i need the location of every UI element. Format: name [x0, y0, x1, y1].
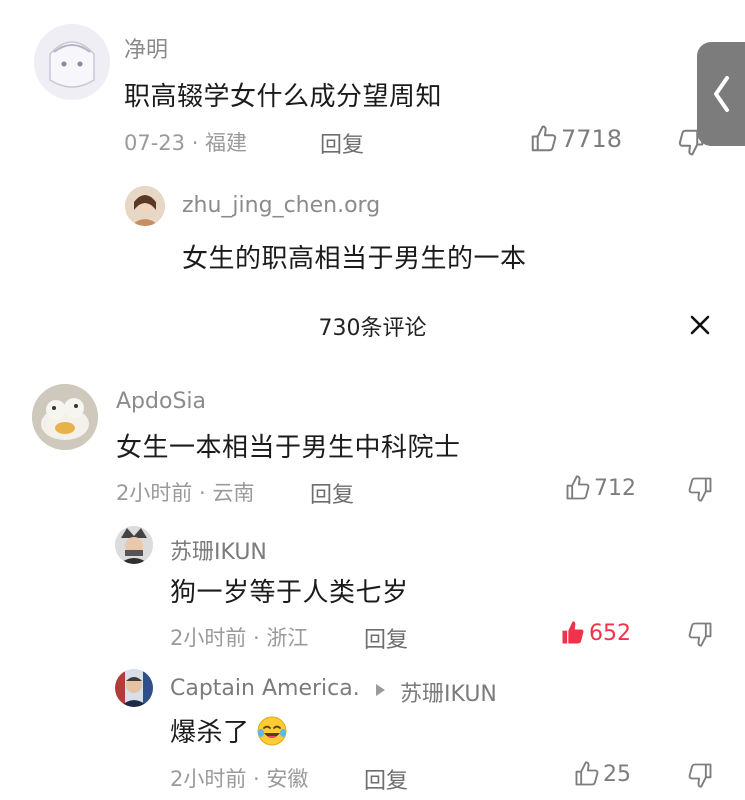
- comment-text-content: 爆杀了: [170, 718, 250, 748]
- dislike-button[interactable]: [676, 127, 706, 157]
- thumbs-up-icon: [566, 475, 590, 500]
- thumbs-up-icon: [575, 761, 599, 786]
- like-count: 7718: [561, 125, 623, 153]
- dislike-button[interactable]: [686, 620, 714, 648]
- comment-text: 爆杀了: [170, 712, 288, 749]
- comment-meta: 07-23 · 福建: [124, 131, 248, 155]
- thumbs-down-icon: [688, 477, 712, 502]
- like-count: 712: [594, 475, 636, 501]
- username[interactable]: Captain America.: [170, 676, 360, 701]
- username[interactable]: ApdoSia: [116, 389, 206, 414]
- comment-text: 职高辍学女什么成分望周知: [124, 82, 443, 112]
- comment-meta: 2小时前 · 安徽: [170, 767, 309, 791]
- reply-button[interactable]: 回复: [320, 127, 364, 159]
- close-button[interactable]: [687, 312, 713, 338]
- comment-meta: 2小时前 · 浙江: [170, 626, 309, 650]
- thumbs-up-icon: [531, 125, 557, 152]
- like-count: 652: [589, 620, 631, 646]
- like-button[interactable]: 25: [573, 760, 631, 788]
- dislike-button[interactable]: [686, 475, 714, 503]
- thumbs-down-icon: [688, 622, 712, 647]
- avatar[interactable]: [125, 186, 165, 226]
- like-button[interactable]: 7718: [529, 124, 622, 154]
- thumbs-down-icon: [688, 763, 712, 788]
- thumbs-down-icon: [678, 129, 704, 156]
- reply-button[interactable]: 回复: [364, 763, 408, 795]
- username[interactable]: zhu_jing_chen.org: [182, 193, 380, 218]
- reply-button[interactable]: 回复: [364, 622, 408, 654]
- close-icon: [690, 315, 710, 335]
- reply-to-username[interactable]: 苏珊IKUN: [400, 676, 497, 708]
- reply-button[interactable]: 回复: [310, 477, 354, 509]
- comment-meta: 2小时前 · 云南: [116, 481, 255, 505]
- comment-count-title: 730条评论: [318, 316, 427, 341]
- comment-text: 狗一岁等于人类七岁: [170, 578, 409, 608]
- username[interactable]: 净明: [124, 32, 168, 64]
- thumbs-up-filled-icon: [562, 621, 584, 644]
- like-button[interactable]: 712: [564, 474, 636, 502]
- avatar[interactable]: [34, 24, 110, 100]
- laughing-tears-emoji-icon: [257, 716, 287, 745]
- like-button-active[interactable]: 652: [559, 619, 631, 647]
- avatar[interactable]: [32, 384, 98, 450]
- comment-text: 女生一本相当于男生中科院士: [116, 433, 461, 463]
- avatar[interactable]: [115, 669, 153, 707]
- dislike-button[interactable]: [686, 761, 714, 789]
- username[interactable]: 苏珊IKUN: [170, 534, 267, 566]
- chevron-left-icon: [714, 76, 729, 112]
- reply-arrow-icon: [376, 684, 385, 696]
- comment-text: 女生的职高相当于男生的一本: [182, 244, 527, 274]
- like-count: 25: [603, 761, 631, 787]
- avatar[interactable]: [115, 526, 153, 564]
